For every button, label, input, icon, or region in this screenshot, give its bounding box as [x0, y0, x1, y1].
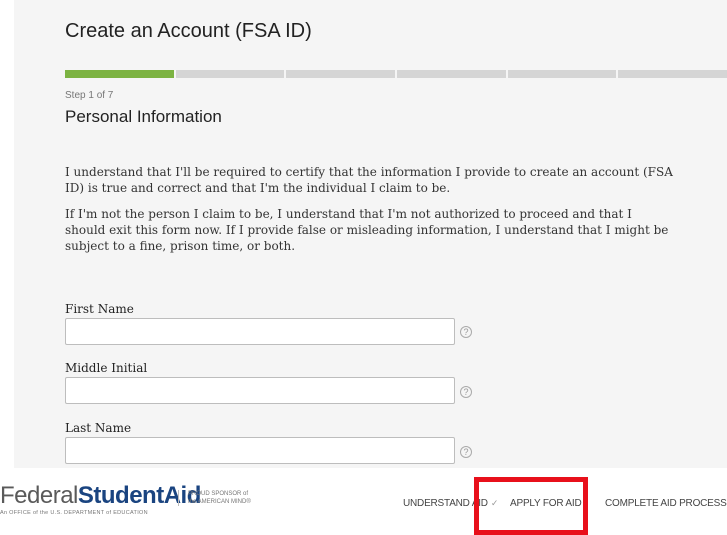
brand-student: Student — [77, 482, 164, 509]
section-title: Personal Information — [65, 107, 222, 126]
first-name-input[interactable] — [65, 318, 455, 345]
nav-complete-aid-process[interactable]: COMPLETE AID PROCESS✓ — [605, 498, 727, 509]
progress-step-6 — [618, 70, 727, 78]
first-name-label: First Name — [65, 302, 134, 316]
sponsor-tagline: PROUD SPONSOR of the AMERICAN MIND® — [178, 490, 251, 506]
sponsor-line-1: PROUD SPONSOR of — [188, 491, 249, 497]
sponsor-line-2: the AMERICAN MIND® — [188, 499, 251, 505]
question-circle-icon[interactable]: ? — [460, 326, 472, 338]
progress-step-5 — [507, 70, 617, 78]
progress-step-4 — [397, 70, 506, 78]
page-title: Create an Account (FSA ID) — [65, 20, 312, 42]
progress-bar — [65, 70, 727, 78]
question-circle-icon[interactable]: ? — [460, 386, 472, 398]
question-circle-icon[interactable]: ? — [460, 446, 472, 458]
step-label: Step 1 of 7 — [65, 90, 114, 101]
middle-initial-label: Middle Initial — [65, 361, 148, 375]
apply-for-aid-highlight — [474, 477, 588, 535]
progress-step-2 — [175, 70, 285, 78]
certification-paragraph: I understand that I'll be required to ce… — [65, 165, 673, 195]
account-form-panel: Create an Account (FSA ID) Step 1 of 7 P… — [14, 0, 727, 468]
nav-complete-aid-process-label: COMPLETE AID PROCESS — [605, 498, 727, 509]
federal-student-aid-logo[interactable]: FederalStudentAid — [0, 482, 201, 510]
middle-initial-input[interactable] — [65, 377, 455, 404]
last-name-input[interactable] — [65, 437, 455, 464]
brand-federal: Federal — [0, 482, 78, 509]
progress-step-1 — [65, 70, 174, 78]
warning-paragraph: If I'm not the person I claim to be, I u… — [65, 207, 669, 253]
brand-subline: An OFFICE of the U.S. DEPARTMENT of EDUC… — [0, 510, 148, 516]
last-name-label: Last Name — [65, 421, 132, 435]
site-footer-nav: FederalStudentAid An OFFICE of the U.S. … — [0, 468, 727, 535]
progress-step-3 — [286, 70, 396, 78]
